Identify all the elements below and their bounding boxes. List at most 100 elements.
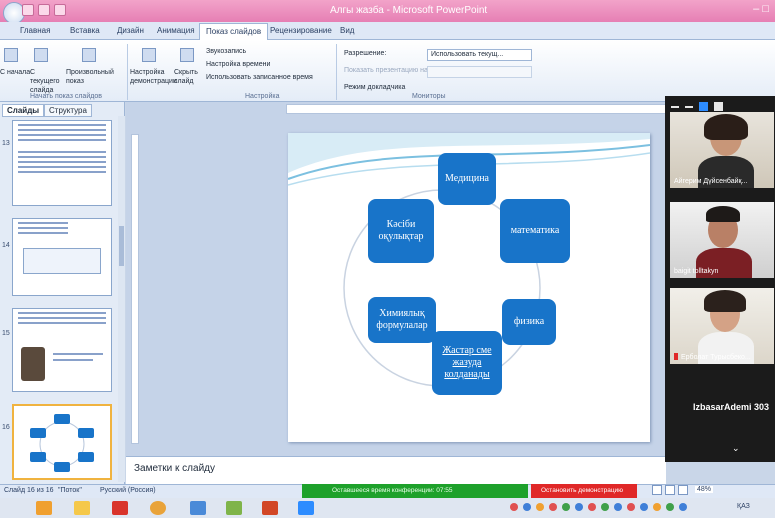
resolution-label: Разрешение: <box>344 50 387 57</box>
slide-number: 14 <box>2 242 10 249</box>
pane-tabs: Слайды Структура <box>0 104 125 117</box>
stop-sharing-button[interactable]: Остановить демонстрацию <box>531 484 637 498</box>
window-controls[interactable]: – □ <box>753 3 769 15</box>
powerpoint-icon[interactable] <box>262 501 278 515</box>
tray-icon[interactable] <box>588 503 596 511</box>
notes-pane[interactable]: Заметки к слайду <box>126 456 666 484</box>
tray-icon[interactable] <box>640 503 648 511</box>
tray-icon[interactable] <box>575 503 583 511</box>
save-icon[interactable] <box>22 4 34 16</box>
tray-icon[interactable] <box>666 503 674 511</box>
diagram-node[interactable]: Жастар сме жазуда колданады <box>432 331 502 395</box>
tab-insert[interactable]: Вставка <box>70 26 100 35</box>
participant-name: Ерболат Турысбеко... <box>674 353 751 361</box>
zoom-icon[interactable] <box>298 501 314 515</box>
minimize-icon[interactable] <box>671 105 679 108</box>
current-slide[interactable]: Медицина математика физика Жастар сме жа… <box>288 133 650 442</box>
hide-slide-button[interactable]: Скрыть слайд <box>174 68 202 86</box>
dash-icon[interactable] <box>685 105 693 108</box>
participant-video[interactable]: baigit tolltakyn <box>670 202 774 278</box>
theme-name: "Поток" <box>58 487 82 494</box>
participant-name-text: Ерболат Турысбеко... <box>681 354 751 361</box>
tab-slides[interactable]: Слайды <box>2 104 45 117</box>
tray-icon[interactable] <box>614 503 622 511</box>
setup-show-button[interactable]: Настройка демонстрации <box>130 68 177 86</box>
slide-thumbnail-selected[interactable] <box>12 404 112 480</box>
conference-timer-bar: Оставшееся время конференции: 07:55 <box>302 484 528 498</box>
participant-video[interactable]: Айгерим Дүйсенбайқ... <box>670 112 774 188</box>
notes-placeholder: Заметки к слайду <box>134 463 215 474</box>
diagram-node[interactable]: Кәсіби оқулықтар <box>368 199 434 263</box>
quick-access-toolbar <box>22 4 66 16</box>
tray-icon[interactable] <box>536 503 544 511</box>
slide-counter: Слайд 16 из 16 <box>4 487 54 494</box>
speaker-view-icon[interactable] <box>699 102 708 111</box>
diagram-node[interactable]: Химиялық формулалар <box>368 297 436 343</box>
chevron-down-icon[interactable]: ⌄ <box>732 443 740 454</box>
tab-design[interactable]: Дизайн <box>117 26 144 35</box>
view-buttons <box>652 485 688 495</box>
app-icon[interactable] <box>190 501 206 515</box>
tray-icon[interactable] <box>510 503 518 511</box>
tray-icon[interactable] <box>679 503 687 511</box>
diagram-node[interactable]: математика <box>500 199 570 263</box>
presenter-view-checkbox[interactable]: Режим докладчика <box>344 83 405 92</box>
slide-thumbnail[interactable] <box>12 308 112 392</box>
system-tray <box>510 503 687 511</box>
slide-number: 13 <box>2 140 10 147</box>
show-on-dropdown[interactable] <box>427 66 532 78</box>
rehearse-timings-button[interactable]: Настройка времени <box>206 60 270 69</box>
tray-icon[interactable] <box>562 503 570 511</box>
use-timings-checkbox[interactable]: Использовать записанное время <box>206 73 313 82</box>
zoom-level[interactable]: 48% <box>695 486 714 493</box>
participant-name: baigit tolltakyn <box>674 268 719 275</box>
slideshow-view-icon[interactable] <box>678 485 688 495</box>
chrome-icon[interactable] <box>150 501 166 515</box>
smartart-thumbnail-icon <box>30 414 94 472</box>
tab-outline[interactable]: Структура <box>44 104 92 117</box>
group-label-monitors: Мониторы <box>412 93 446 100</box>
tray-icon[interactable] <box>627 503 635 511</box>
slide-number: 15 <box>2 330 10 337</box>
active-speaker-name: IzbasarAdemi 303 <box>692 402 769 412</box>
diagram-node[interactable]: физика <box>502 299 556 345</box>
undo-icon[interactable] <box>38 4 50 16</box>
taskbar: ҚАЗ <box>0 498 775 518</box>
custom-show-icon <box>82 48 96 62</box>
start-button-icon[interactable] <box>36 501 52 515</box>
conference-time-text: Оставшееся время конференции: 07:55 <box>332 487 453 494</box>
diagram-node[interactable]: Медицина <box>438 153 496 205</box>
zoom-panel-toolbar <box>671 102 723 111</box>
participant-video[interactable]: Ерболат Турысбеко... <box>670 288 774 364</box>
slides-pane-scrollbar[interactable] <box>118 116 125 482</box>
redo-icon[interactable] <box>54 4 66 16</box>
app-icon[interactable] <box>226 501 242 515</box>
custom-show-button[interactable]: Произвольный показ <box>66 68 124 86</box>
record-narration-button[interactable]: Звукозапись <box>206 47 246 56</box>
yandex-icon[interactable] <box>112 501 128 515</box>
language-indicator[interactable]: Русский (Россия) <box>100 487 156 494</box>
keyboard-language[interactable]: ҚАЗ <box>737 503 750 510</box>
sorter-view-icon[interactable] <box>665 485 675 495</box>
file-explorer-icon[interactable] <box>74 501 90 515</box>
from-current-button[interactable]: С текущего слайда <box>30 68 64 95</box>
from-beginning-button[interactable]: С начала <box>0 68 30 77</box>
tab-home[interactable]: Главная <box>20 26 50 35</box>
show-on-label: Показать презентацию на: <box>344 67 430 74</box>
slide-number: 16 <box>2 424 10 431</box>
tab-review[interactable]: Рецензирование <box>270 26 332 35</box>
tray-icon[interactable] <box>523 503 531 511</box>
tray-icon[interactable] <box>653 503 661 511</box>
tab-view[interactable]: Вид <box>340 26 354 35</box>
tab-animation[interactable]: Анимация <box>157 26 195 35</box>
gallery-view-icon[interactable] <box>714 102 723 111</box>
tray-icon[interactable] <box>601 503 609 511</box>
participant-name: Айгерим Дүйсенбайқ... <box>674 178 748 185</box>
resolution-dropdown[interactable]: Использовать текущ... <box>427 49 532 61</box>
slide-thumbnail[interactable] <box>12 218 112 296</box>
tab-slide-show[interactable]: Показ слайдов <box>199 23 269 40</box>
normal-view-icon[interactable] <box>652 485 662 495</box>
slide-thumbnail[interactable] <box>12 120 112 206</box>
ribbon-tabs: Главная Вставка Дизайн Анимация Показ сл… <box>0 22 775 40</box>
tray-icon[interactable] <box>549 503 557 511</box>
